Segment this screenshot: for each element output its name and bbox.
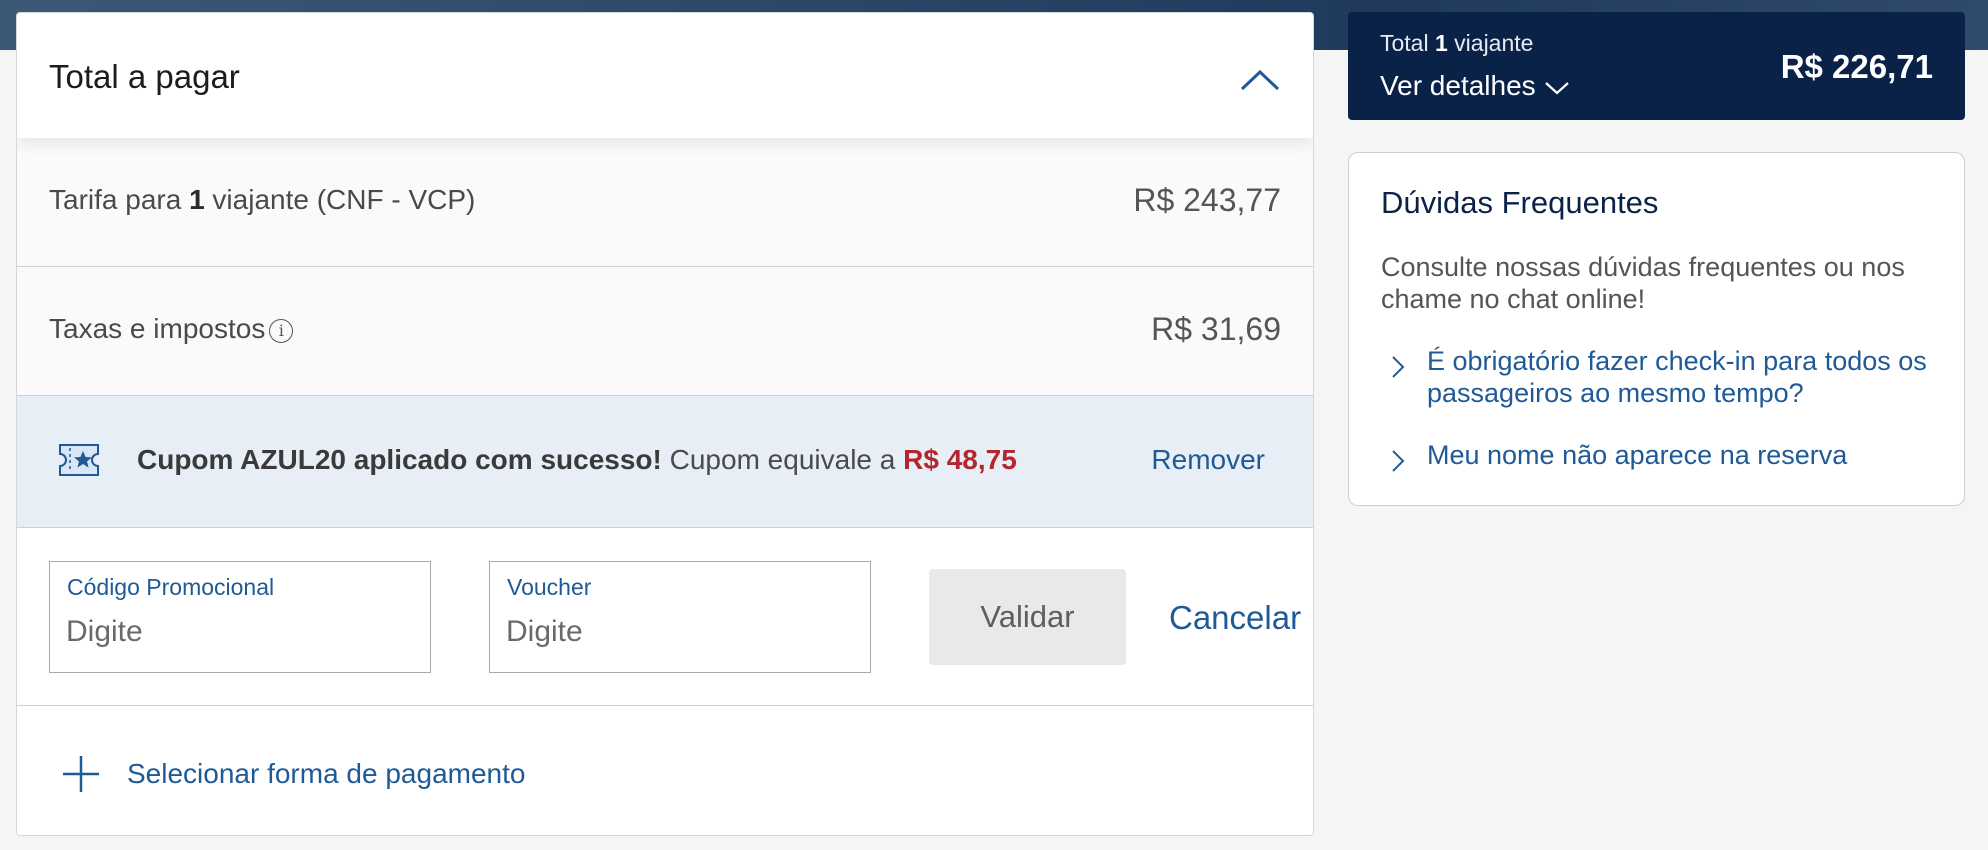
- plus-icon[interactable]: [61, 754, 101, 794]
- info-icon[interactable]: i: [269, 319, 294, 343]
- taxes-label: Taxas e impostos i: [49, 313, 294, 345]
- voucher-field[interactable]: Voucher: [489, 561, 871, 673]
- taxes-amount: R$ 31,69: [1151, 311, 1281, 347]
- view-details-toggle[interactable]: Ver detalhes: [1380, 70, 1570, 102]
- card-header[interactable]: Total a pagar: [17, 13, 1313, 138]
- promo-code-row: Código Promocional Voucher Validar Cance…: [17, 528, 1313, 706]
- voucher-label: Voucher: [507, 574, 592, 600]
- card-title: Total a pagar: [49, 58, 240, 95]
- total-amount: R$ 226,71: [1780, 48, 1933, 85]
- taxes-row: Taxas e impostos i R$ 31,69: [17, 267, 1313, 396]
- total-to-pay-card: Total a pagar Tarifa para 1 viajante (CN…: [16, 12, 1314, 836]
- coupon-message: Cupom AZUL20 aplicado com sucesso! Cupom…: [137, 444, 1017, 475]
- coupon-applied-banner: Cupom AZUL20 aplicado com sucesso! Cupom…: [17, 396, 1313, 528]
- cancel-link[interactable]: Cancelar: [1169, 599, 1301, 637]
- select-payment-link[interactable]: Selecionar forma de pagamento: [127, 758, 525, 790]
- promo-code-field[interactable]: Código Promocional: [49, 561, 431, 673]
- fare-amount: R$ 243,77: [1133, 182, 1281, 218]
- faq-item-label[interactable]: É obrigatório fazer check-in para todos …: [1427, 345, 1941, 409]
- faq-item[interactable]: Meu nome não aparece na reserva: [1381, 439, 1941, 472]
- view-details-label: Ver detalhes: [1380, 70, 1536, 101]
- ticket-star-icon: [59, 444, 99, 476]
- chevron-up-icon[interactable]: [1239, 59, 1281, 101]
- voucher-input[interactable]: [506, 610, 836, 654]
- faq-title: Dúvidas Frequentes: [1381, 185, 1659, 220]
- chevron-right-icon: [1392, 450, 1405, 472]
- select-payment-row[interactable]: Selecionar forma de pagamento: [17, 706, 1313, 835]
- promo-code-input[interactable]: [66, 610, 396, 654]
- chevron-right-icon: [1392, 356, 1405, 378]
- faq-item[interactable]: É obrigatório fazer check-in para todos …: [1381, 345, 1941, 409]
- faq-description: Consulte nossas dúvidas frequentes ou no…: [1381, 252, 1905, 314]
- remove-coupon-link[interactable]: Remover: [1151, 444, 1265, 476]
- validate-button[interactable]: Validar: [929, 569, 1126, 665]
- chevron-down-icon: [1544, 81, 1569, 95]
- coupon-success-text: Cupom AZUL20 aplicado com sucesso!: [137, 444, 662, 475]
- fare-row: Tarifa para 1 viajante (CNF - VCP) R$ 24…: [17, 138, 1313, 267]
- faq-item-label[interactable]: Meu nome não aparece na reserva: [1427, 439, 1941, 471]
- coupon-discount-amount: R$ 48,75: [903, 444, 1017, 475]
- fare-traveler-count: 1: [189, 184, 205, 215]
- total-summary-bar: Total 1 viajante Ver detalhes R$ 226,71: [1348, 12, 1965, 120]
- promo-code-label: Código Promocional: [67, 574, 275, 600]
- traveler-count-text: Total 1 viajante: [1380, 30, 1534, 56]
- fare-label: Tarifa para 1 viajante (CNF - VCP): [49, 184, 476, 215]
- faq-card: Dúvidas Frequentes Consulte nossas dúvid…: [1348, 152, 1965, 506]
